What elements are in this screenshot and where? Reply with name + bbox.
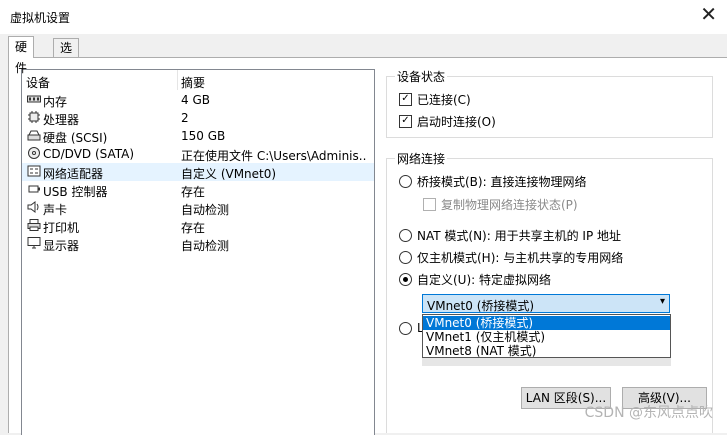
radio-icon: [399, 251, 412, 264]
bridged-label: 桥接模式(B): 直接连接物理网络: [417, 175, 587, 189]
device-summary: 4 GB: [181, 93, 210, 107]
device-row-cd-dvd[interactable]: CD/DVD (SATA) 正在使用文件 C:\Users\Adminis...: [22, 145, 374, 163]
processor-icon: [28, 111, 40, 123]
custom-network-value: VMnet0 (桥接模式): [427, 299, 535, 313]
device-summary: 自动检测: [181, 203, 230, 217]
connected-label: 已连接(C): [417, 93, 471, 107]
checkmark-icon: ✓: [399, 93, 412, 106]
device-summary: 自定义 (VMnet0): [181, 167, 277, 181]
device-row-processor[interactable]: 处理器 2: [22, 109, 374, 127]
replicate-state-label: 复制物理网络连接状态(P): [441, 198, 578, 212]
network-connection-label: 网络连接: [395, 150, 448, 167]
printer-icon: [27, 219, 41, 231]
radio-icon: [399, 229, 412, 242]
checkbox-icon: [423, 198, 436, 211]
close-icon[interactable]: ✕: [700, 2, 717, 26]
radio-icon: [399, 321, 412, 335]
device-row-network-adapter[interactable]: 网络适配器 自定义 (VMnet0): [22, 163, 374, 181]
device-row-display[interactable]: 显示器 自动检测: [22, 235, 374, 253]
device-name: 内存: [43, 95, 68, 109]
custom-label: 自定义(U): 特定虚拟网络: [417, 273, 552, 287]
replicate-state-checkbox[interactable]: 复制物理网络连接状态(P): [423, 196, 578, 213]
device-list[interactable]: 设备 摘要 内存 4 GB 处理器 2 硬盘 (SCSI) 150 GB CD/…: [21, 69, 375, 435]
column-divider[interactable]: [177, 70, 178, 90]
watermark: CSDN @东风点点吹: [584, 405, 713, 421]
title-bar: 虚拟机设置 ✕: [0, 0, 727, 34]
radio-selected-icon: [399, 273, 412, 286]
device-name: 硬盘 (SCSI): [43, 131, 108, 145]
dropdown-option-vmnet8[interactable]: VMnet8 (NAT 模式): [423, 344, 670, 358]
tab-options[interactable]: 选项: [53, 38, 80, 73]
device-summary: 存在: [181, 221, 206, 235]
device-status-label: 设备状态: [395, 68, 448, 85]
hard-disk-icon: [27, 130, 41, 141]
device-name: 显示器: [43, 239, 80, 253]
connect-at-power-on-checkbox[interactable]: ✓ 启动时连接(O): [399, 113, 496, 130]
chevron-down-icon[interactable]: ▾: [660, 296, 665, 307]
device-name: 声卡: [43, 203, 68, 217]
network-adapter-icon: [27, 165, 41, 177]
device-summary: 2: [181, 111, 189, 125]
device-name: 打印机: [43, 221, 80, 235]
tab-hardware[interactable]: 硬件: [8, 36, 35, 75]
network-dropdown-list: VMnet0 (桥接模式) VMnet1 (仅主机模式) VMnet8 (NAT…: [422, 314, 671, 358]
device-summary: 存在: [181, 185, 206, 199]
column-header-device[interactable]: 设备: [26, 74, 50, 91]
checkmark-icon: ✓: [399, 115, 412, 128]
device-row-sound-card[interactable]: 声卡 自动检测: [22, 199, 374, 217]
device-row-memory[interactable]: 内存 4 GB: [22, 91, 374, 109]
device-name: 处理器: [43, 113, 80, 127]
dropdown-option-vmnet1[interactable]: VMnet1 (仅主机模式): [423, 330, 670, 344]
device-name: CD/DVD (SATA): [43, 147, 135, 161]
device-list-header: 设备 摘要: [22, 70, 374, 90]
dropdown-option-vmnet0[interactable]: VMnet0 (桥接模式): [423, 316, 670, 330]
custom-network-select[interactable]: VMnet0 (桥接模式) ▾: [422, 294, 670, 313]
device-summary: 自动检测: [181, 239, 230, 253]
radio-icon: [399, 175, 412, 188]
column-header-summary[interactable]: 摘要: [181, 74, 205, 91]
connect-at-power-on-label: 启动时连接(O): [417, 115, 496, 129]
window-title: 虚拟机设置: [10, 11, 71, 25]
device-name: 网络适配器: [43, 167, 104, 181]
nat-label: NAT 模式(N): 用于共享主机的 IP 地址: [417, 229, 622, 243]
memory-icon: [27, 95, 41, 103]
bridged-radio[interactable]: 桥接模式(B): 直接连接物理网络: [399, 173, 586, 190]
sound-card-icon: [27, 201, 39, 213]
device-summary: 正在使用文件 C:\Users\Adminis...: [181, 149, 367, 163]
host-only-radio[interactable]: 仅主机模式(H): 与主机共享的专用网络: [399, 249, 623, 266]
connected-checkbox[interactable]: ✓ 已连接(C): [399, 91, 471, 108]
cd-dvd-icon: [28, 147, 40, 159]
usb-controller-icon: [28, 185, 40, 193]
nat-radio[interactable]: NAT 模式(N): 用于共享主机的 IP 地址: [399, 227, 621, 244]
device-name: USB 控制器: [43, 185, 108, 199]
host-only-label: 仅主机模式(H): 与主机共享的专用网络: [417, 251, 624, 265]
lan-segment-radio[interactable]: L: [399, 321, 424, 335]
display-icon: [27, 237, 41, 249]
device-row-usb-controller[interactable]: USB 控制器 存在: [22, 181, 374, 199]
device-summary: 150 GB: [181, 129, 226, 143]
device-row-hard-disk[interactable]: 硬盘 (SCSI) 150 GB: [22, 127, 374, 145]
custom-radio[interactable]: 自定义(U): 特定虚拟网络: [399, 271, 551, 288]
device-row-printer[interactable]: 打印机 存在: [22, 217, 374, 235]
